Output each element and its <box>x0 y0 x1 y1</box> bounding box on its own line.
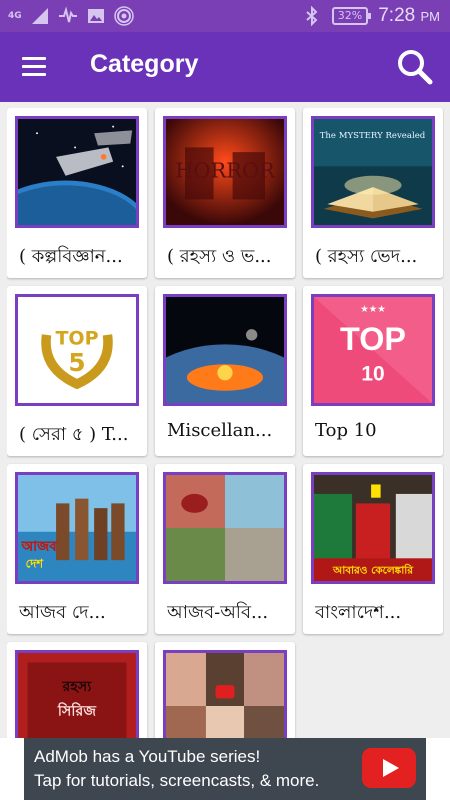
hotspot-icon <box>113 6 134 26</box>
data-activity-icon <box>58 6 77 23</box>
category-label: Top 10 <box>315 420 377 441</box>
horror-thumbnail: HORROR <box>163 116 287 228</box>
hamburger-menu-icon[interactable] <box>12 46 56 86</box>
svg-text:TOP: TOP <box>55 327 98 349</box>
category-card-ajob-desh[interactable]: আজব দেশ আজব দে... <box>7 464 147 634</box>
category-card-horror[interactable]: HORROR ( রহস্য ও ভ... <box>155 108 295 278</box>
red-poster-thumbnail: রহস্য সিরিজ <box>15 650 139 738</box>
category-card-bangladesh[interactable]: আবারও কেলেঙ্কারি বাংলাদেশ... <box>303 464 443 634</box>
ad-banner-content[interactable]: AdMob has a YouTube series! Tap for tuto… <box>24 738 426 800</box>
ad-line-1: AdMob has a YouTube series! <box>34 747 261 766</box>
category-label: বাংলাদেশ... <box>315 602 402 623</box>
top5-laurel-thumbnail: TOP 5 <box>15 294 139 406</box>
category-label: ( রহস্য ভেদ... <box>315 246 418 267</box>
status-bar: 4G 32% 7:28 PM <box>0 0 450 32</box>
mystery-book-thumbnail: The MYSTERY Revealed <box>311 116 435 228</box>
cricket-actress-thumbnail: আবারও কেলেঙ্কারি <box>311 472 435 584</box>
category-card-top5[interactable]: TOP 5 ( সেরা ৫ ) T... <box>7 286 147 456</box>
image-icon <box>87 9 104 23</box>
signal-icon <box>31 8 48 24</box>
photo-collage-thumbnail <box>163 472 287 584</box>
category-card-top10[interactable]: ★★★ TOP 10 Top 10 <box>303 286 443 456</box>
category-card-misc[interactable]: Miscellan... <box>155 286 295 456</box>
ad-line-2: Tap for tutorials, screencasts, & more. <box>34 771 320 790</box>
category-label: ( রহস্য ও ভ... <box>167 246 272 267</box>
category-label: ( কল্পবিজ্ঞান... <box>19 246 123 267</box>
svg-text:10: 10 <box>361 362 384 385</box>
ad-banner: AdMob has a YouTube series! Tap for tuto… <box>0 738 450 800</box>
svg-text:HORROR: HORROR <box>175 159 276 183</box>
app-bar: Category <box>0 32 450 102</box>
network-type-label: 4G <box>8 10 22 21</box>
mystery-text: The MYSTERY Revealed <box>320 131 426 141</box>
category-card-celebrities[interactable] <box>155 642 295 738</box>
category-card-scifi[interactable]: ( কল্পবিজ্ঞান... <box>7 108 147 278</box>
clock-suffix: PM <box>420 9 441 24</box>
celebrity-collage-thumbnail <box>163 650 287 738</box>
svg-text:TOP: TOP <box>340 321 406 357</box>
category-grid: ( কল্পবিজ্ঞান... HORROR ( রহস্য ও ভ... T… <box>7 108 444 738</box>
top10-thumbnail: ★★★ TOP 10 <box>311 294 435 406</box>
clock-time: 7:28 <box>378 5 416 26</box>
search-icon[interactable] <box>392 44 438 90</box>
svg-text:রহস্য: রহস্য <box>62 679 93 695</box>
svg-text:5: 5 <box>68 348 85 377</box>
category-card-ajob-obishwashyo[interactable]: আজব-অবি... <box>155 464 295 634</box>
category-card-rohosso-series[interactable]: রহস্য সিরিজ <box>7 642 147 738</box>
svg-text:সিরিজ: সিরিজ <box>57 702 96 720</box>
category-label: Miscellan... <box>167 420 273 441</box>
page-title: Category <box>90 50 199 78</box>
youtube-play-icon[interactable] <box>362 748 416 788</box>
category-label: আজব দে... <box>19 602 106 623</box>
svg-text:আজব: আজব <box>21 540 57 555</box>
battery-icon: 32% <box>331 7 372 25</box>
category-card-mystery[interactable]: The MYSTERY Revealed ( রহস্য ভেদ... <box>303 108 443 278</box>
status-clock: 7:28 PM <box>378 5 440 27</box>
bluetooth-icon <box>306 6 318 26</box>
svg-text:দেশ: দেশ <box>26 557 44 571</box>
category-label: ( সেরা ৫ ) T... <box>19 424 129 445</box>
space-ships-thumbnail <box>15 116 139 228</box>
beach-people-thumbnail: আজব দেশ <box>15 472 139 584</box>
meteor-impact-thumbnail <box>163 294 287 406</box>
category-label: আজব-অবি... <box>167 602 269 623</box>
svg-text:★★★: ★★★ <box>360 304 386 315</box>
svg-text:আবারও কেলেঙ্কারি: আবারও কেলেঙ্কারি <box>332 563 413 576</box>
